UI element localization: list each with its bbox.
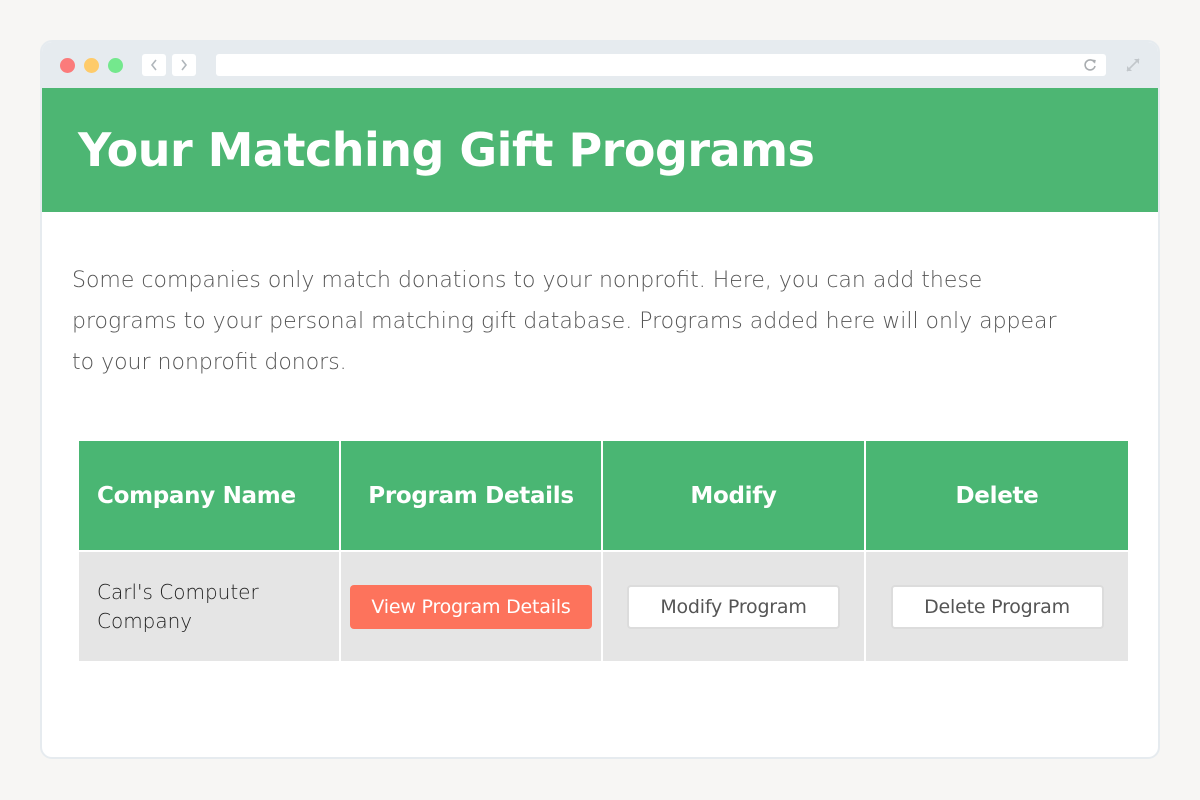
page-title: Your Matching Gift Programs xyxy=(78,123,815,177)
programs-table: Company Name Program Details Modify Dele… xyxy=(77,439,1130,663)
browser-chrome xyxy=(42,42,1158,88)
column-header-delete: Delete xyxy=(864,439,1130,552)
modify-program-button[interactable]: Modify Program xyxy=(627,584,840,629)
delete-program-button[interactable]: Delete Program xyxy=(890,584,1104,629)
program-details-cell: View Program Details xyxy=(339,550,603,663)
back-button[interactable] xyxy=(142,54,166,76)
intro-paragraph: Some companies only match donations to y… xyxy=(72,268,1057,375)
forward-button[interactable] xyxy=(172,54,196,76)
maximize-window-dot[interactable] xyxy=(108,58,123,73)
chevron-left-icon xyxy=(150,59,157,71)
page-header: Your Matching Gift Programs xyxy=(42,88,1158,212)
view-program-details-button[interactable]: View Program Details xyxy=(350,584,592,629)
column-header-company-name: Company Name xyxy=(77,439,341,552)
company-name-cell: Carl's Computer Company xyxy=(77,550,341,663)
modify-cell: Modify Program xyxy=(601,550,866,663)
expand-icon[interactable] xyxy=(1124,56,1142,74)
delete-cell: Delete Program xyxy=(864,550,1130,663)
reload-icon[interactable] xyxy=(1082,57,1098,73)
close-window-dot[interactable] xyxy=(60,58,75,73)
chevron-right-icon xyxy=(181,59,188,71)
column-header-program-details: Program Details xyxy=(339,439,603,552)
browser-window: Your Matching Gift Programs Some compani… xyxy=(40,40,1160,759)
minimize-window-dot[interactable] xyxy=(84,58,99,73)
table-row: Carl's Computer Company View Program Det… xyxy=(77,550,1130,663)
table-header-row: Company Name Program Details Modify Dele… xyxy=(77,439,1130,552)
address-bar[interactable] xyxy=(216,54,1106,76)
column-header-modify: Modify xyxy=(601,439,866,552)
